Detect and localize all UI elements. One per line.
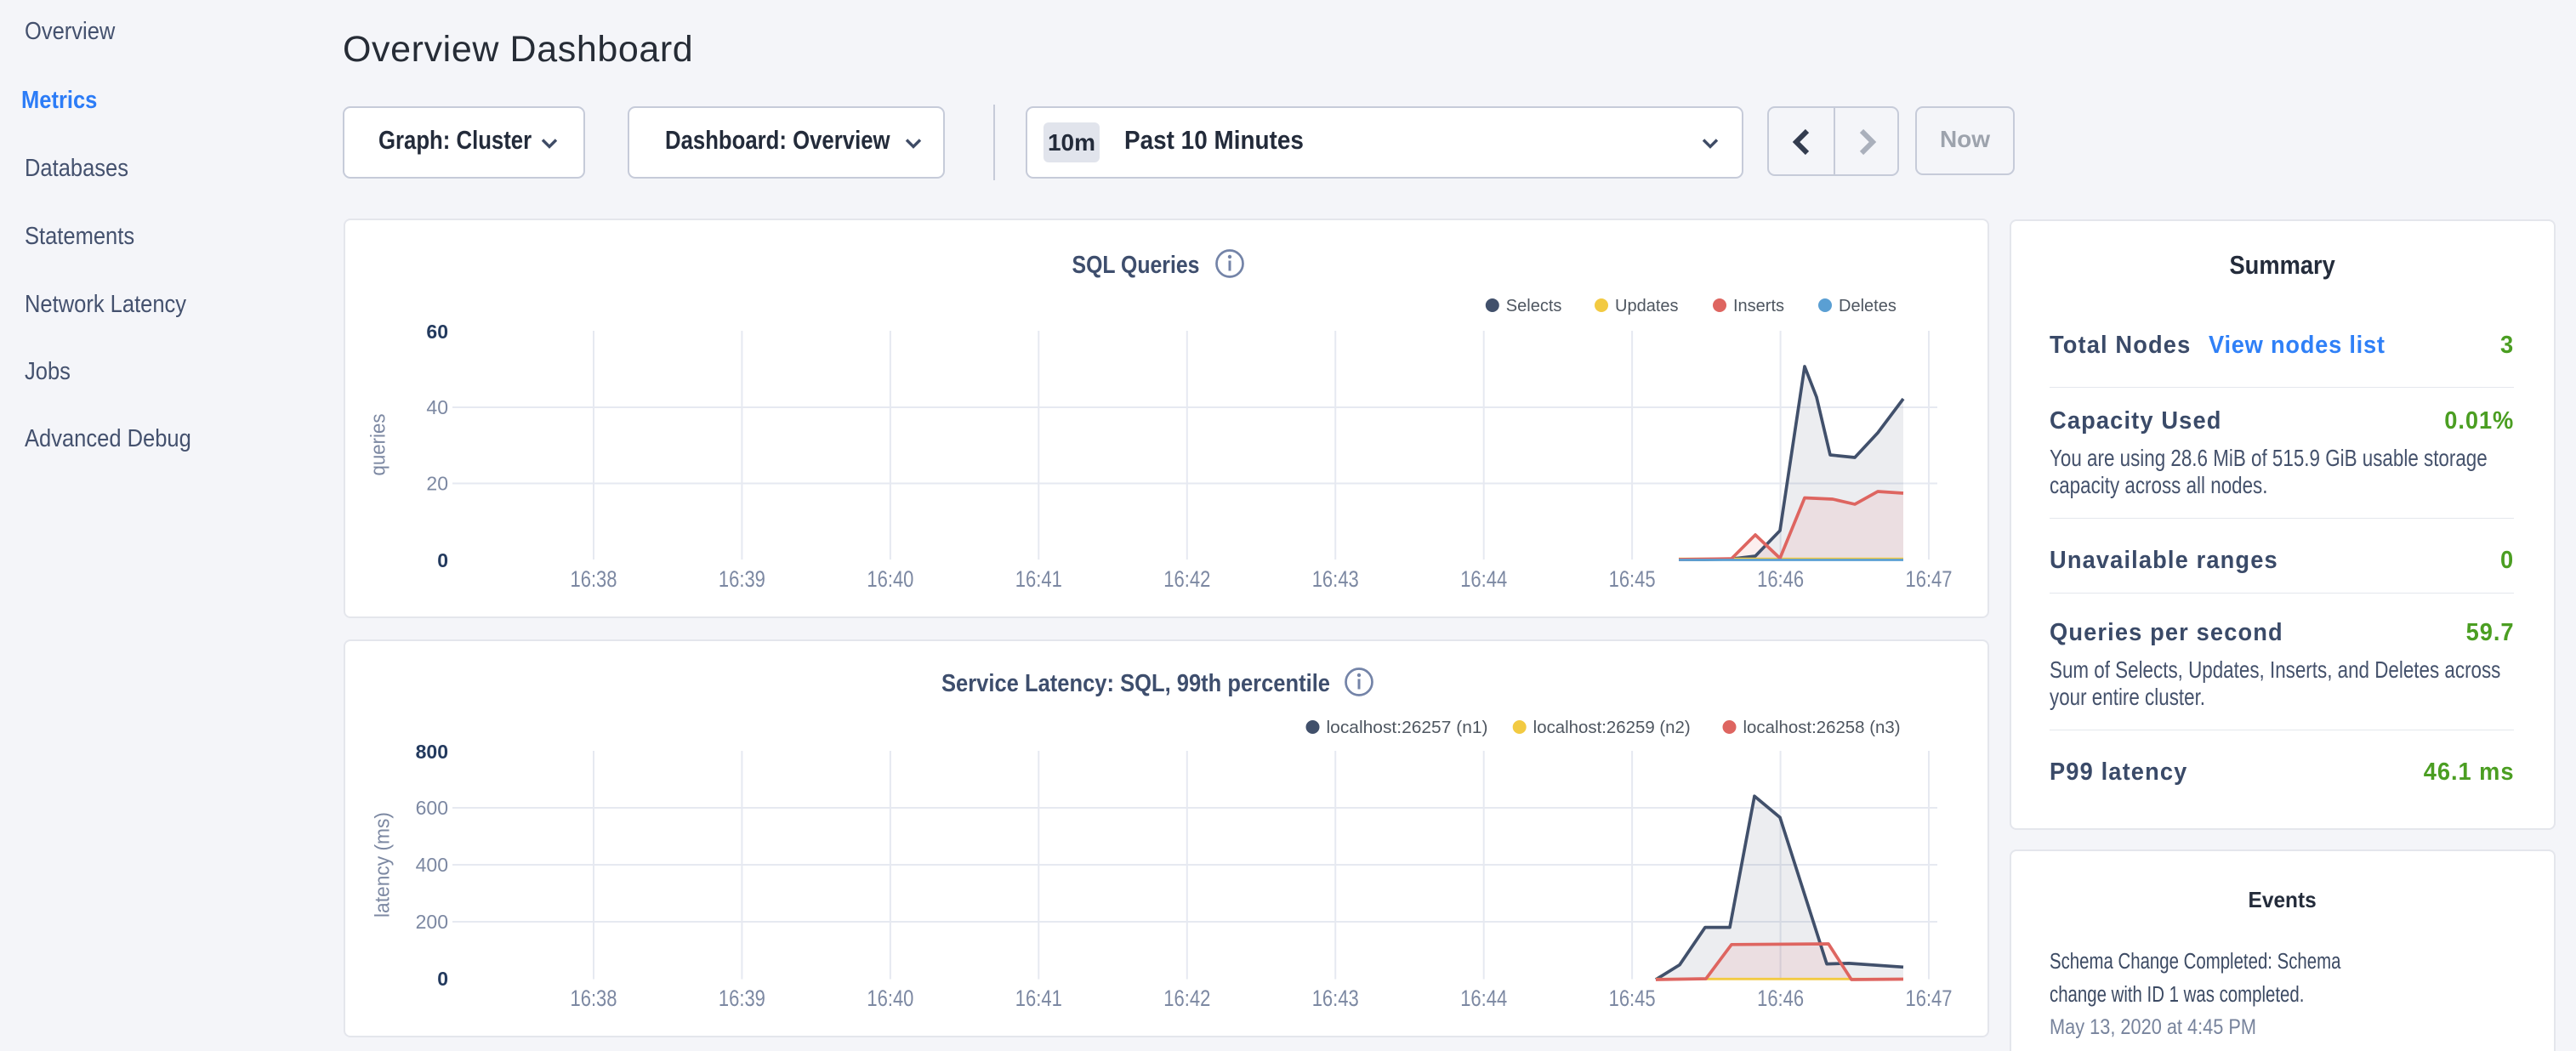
svg-text:16:44: 16:44 — [1460, 986, 1507, 1011]
svg-text:600: 600 — [416, 797, 448, 819]
svg-text:16:47: 16:47 — [1906, 566, 1953, 592]
svg-text:0: 0 — [437, 968, 448, 990]
svg-text:16:45: 16:45 — [1609, 986, 1656, 1011]
svg-text:800: 800 — [416, 741, 448, 763]
svg-text:16:40: 16:40 — [867, 986, 913, 1011]
svg-text:16:41: 16:41 — [1015, 566, 1062, 592]
svg-text:0: 0 — [437, 549, 448, 571]
svg-text:16:39: 16:39 — [719, 986, 765, 1011]
svg-text:16:46: 16:46 — [1757, 566, 1804, 592]
svg-text:16:47: 16:47 — [1906, 986, 1953, 1011]
svg-text:16:42: 16:42 — [1163, 986, 1210, 1011]
svg-text:Updates: Updates — [1615, 297, 1679, 315]
svg-text:localhost:26259 (n2): localhost:26259 (n2) — [1533, 719, 1691, 737]
svg-text:localhost:26257 (n1): localhost:26257 (n1) — [1327, 719, 1488, 737]
svg-text:20: 20 — [426, 473, 448, 495]
svg-text:queries: queries — [367, 414, 390, 476]
svg-text:60: 60 — [426, 321, 448, 343]
svg-text:Inserts: Inserts — [1733, 297, 1784, 315]
svg-text:16:38: 16:38 — [571, 566, 617, 592]
svg-text:latency (ms): latency (ms) — [372, 812, 395, 917]
svg-text:16:40: 16:40 — [867, 566, 913, 592]
svg-text:16:41: 16:41 — [1015, 986, 1062, 1011]
svg-text:400: 400 — [416, 854, 448, 876]
svg-text:16:43: 16:43 — [1312, 986, 1359, 1011]
svg-text:Service Latency: SQL, 99th per: Service Latency: SQL, 99th percentile — [941, 670, 1330, 697]
svg-text:40: 40 — [426, 396, 448, 418]
svg-text:16:44: 16:44 — [1460, 566, 1507, 592]
svg-text:SQL Queries: SQL Queries — [1072, 252, 1200, 279]
svg-text:200: 200 — [416, 911, 448, 933]
svg-text:16:46: 16:46 — [1757, 986, 1804, 1011]
svg-text:Deletes: Deletes — [1839, 297, 1896, 315]
svg-text:16:42: 16:42 — [1163, 566, 1210, 592]
svg-text:Selects: Selects — [1506, 297, 1562, 315]
svg-text:localhost:26258 (n3): localhost:26258 (n3) — [1743, 719, 1901, 737]
svg-text:16:43: 16:43 — [1312, 566, 1359, 592]
svg-text:16:39: 16:39 — [719, 566, 765, 592]
svg-text:16:45: 16:45 — [1609, 566, 1656, 592]
svg-text:16:38: 16:38 — [571, 986, 617, 1011]
